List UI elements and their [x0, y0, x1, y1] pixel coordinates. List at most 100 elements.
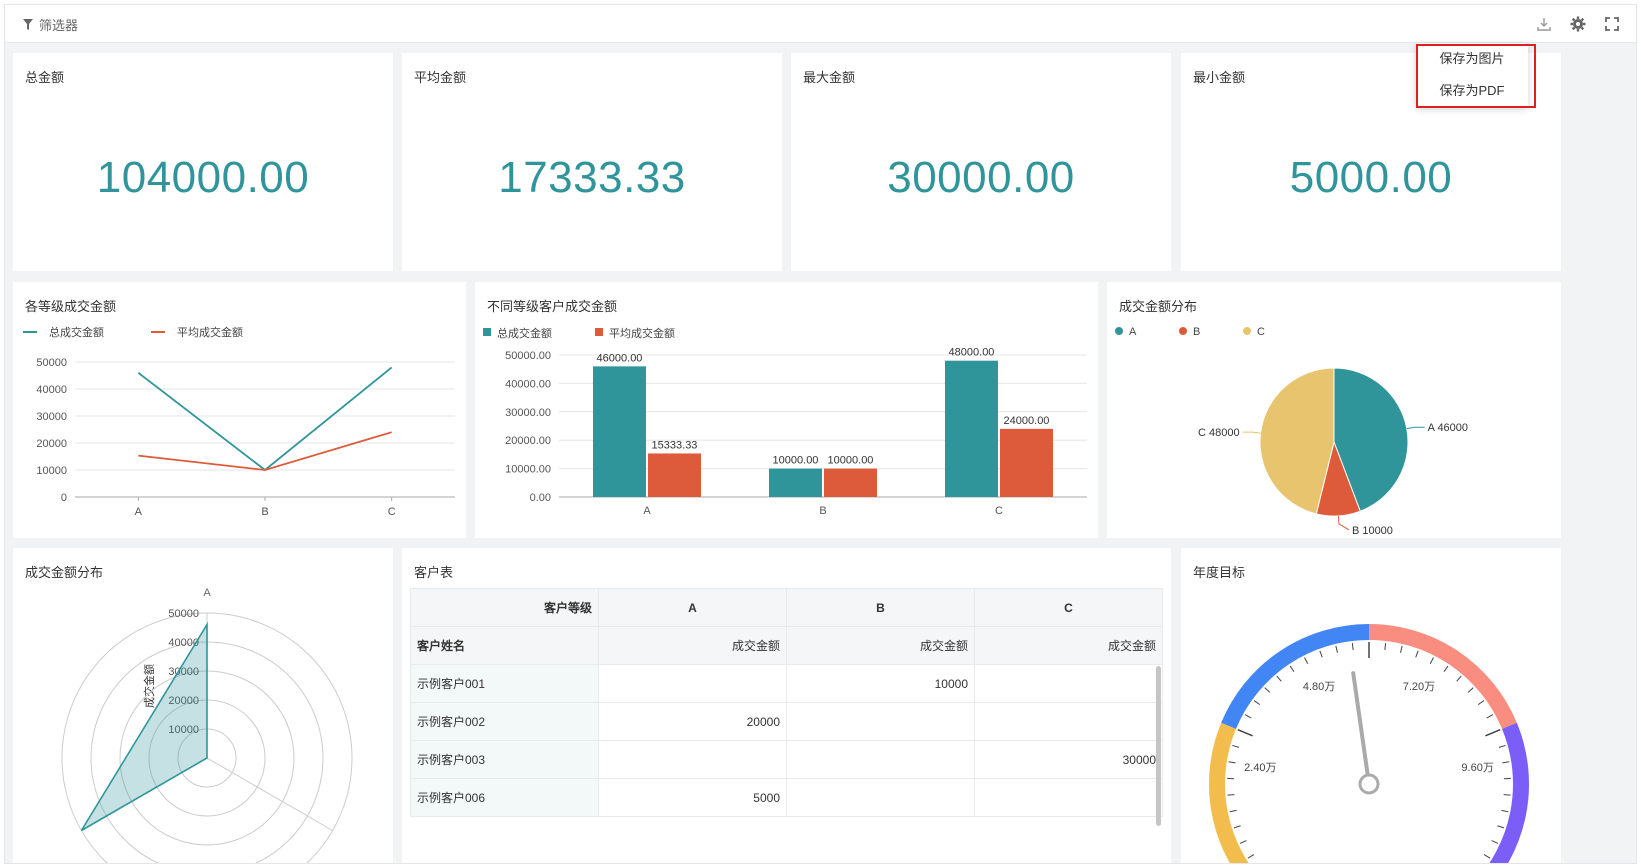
table-row: 示例客户006 5000 — [410, 778, 1163, 817]
group-header-b[interactable]: B — [786, 588, 975, 627]
kpi-card-max: 最大金额 30000.00 — [791, 53, 1171, 271]
gauge-tick — [1232, 744, 1240, 748]
svg-text:总成交金额: 总成交金额 — [49, 325, 104, 339]
cell-a: 5000 — [598, 778, 787, 817]
gear-icon[interactable] — [1568, 14, 1588, 34]
measure-header[interactable]: 成交金额 — [786, 626, 975, 665]
cell-a — [598, 740, 787, 779]
table-row: 示例客户001 10000 — [410, 664, 1163, 703]
gauge-tick — [1351, 642, 1354, 650]
download-icon[interactable] — [1534, 14, 1554, 34]
kpi-title: 最大金额 — [803, 70, 856, 85]
gauge-pointer — [1351, 671, 1371, 786]
legend-c[interactable]: C — [1243, 326, 1265, 338]
series-line-1 — [138, 431, 392, 471]
gauge-tick — [1253, 700, 1261, 706]
legend-average[interactable]: 平均成交金额 — [595, 326, 675, 340]
cell-a: 20000 — [598, 702, 787, 741]
gauge-tick — [1501, 809, 1509, 813]
x-tick-label: C — [995, 505, 1003, 517]
gauge-tick — [1233, 825, 1241, 829]
gauge-band — [1221, 624, 1370, 729]
y-tick-label: 50000.00 — [505, 350, 551, 362]
gauge-tick — [1227, 794, 1235, 796]
y-tick-label: 10000.00 — [505, 464, 551, 476]
cell-c — [974, 702, 1163, 741]
gauge-tick — [1483, 854, 1491, 859]
kpi-value: 5000.00 — [1289, 153, 1453, 202]
gauge-tick — [1228, 761, 1236, 764]
svg-text:平均成交金额: 平均成交金额 — [177, 325, 243, 339]
y-tick-label: 40000 — [36, 384, 67, 396]
row-header[interactable]: 客户姓名 — [410, 626, 599, 665]
kpi-title: 平均金额 — [414, 70, 467, 85]
table-header-row: 客户等级 A B C — [410, 588, 1163, 627]
kpi-title: 最小金额 — [1193, 70, 1246, 85]
radar-axis — [206, 757, 333, 831]
table-subheader-row: 客户姓名 成交金额 成交金额 成交金额 — [410, 626, 1163, 665]
svg-text:B: B — [1193, 326, 1200, 338]
customer-name: 示例客户002 — [410, 702, 599, 741]
gauge-tick — [1485, 728, 1501, 737]
bar — [769, 468, 822, 497]
legend-a[interactable]: A — [1115, 326, 1137, 338]
legend-total[interactable]: 总成交金额 — [23, 325, 104, 339]
kpi-card-total: 总金额 104000.00 — [13, 53, 393, 271]
gauge-tick — [1415, 650, 1419, 658]
customer-table: 客户等级 A B C 客户姓名 成交金额 成交金额 成交金额 示例客户001 1… — [410, 588, 1163, 817]
gauge-tick — [1319, 650, 1323, 658]
x-tick-label: C — [388, 506, 396, 518]
gauge-tick — [1502, 761, 1510, 764]
gauge-tick — [1503, 794, 1511, 796]
gauge-tick — [1486, 714, 1494, 719]
gauge-tick — [1443, 665, 1449, 673]
gauge-band — [1368, 624, 1517, 729]
pie-label: C 48000 — [1198, 427, 1240, 439]
y-tick-label: 10000 — [36, 465, 67, 477]
measure-header[interactable]: 成交金额 — [598, 626, 787, 665]
y-tick-label: 0 — [61, 492, 67, 504]
gauge-tick — [1456, 675, 1462, 682]
y-tick-label: 40000.00 — [505, 378, 551, 390]
gauge-tick — [1335, 645, 1338, 653]
legend-total[interactable]: 总成交金额 — [483, 326, 552, 340]
customer-name: 示例客户006 — [410, 778, 599, 817]
table-row: 示例客户003 30000 — [410, 740, 1163, 779]
group-header-c[interactable]: C — [974, 588, 1163, 627]
gauge-pivot — [1358, 773, 1380, 795]
radar-tick-label: 50000 — [168, 608, 199, 620]
save-as-image-item[interactable]: 保存为图片 — [1416, 43, 1528, 75]
gauge-tick-label: 2.40万 — [1244, 762, 1276, 774]
gauge-chart: 2.40万 4.80万 7.20万 9.60万 — [1209, 624, 1529, 863]
group-header-a[interactable]: A — [598, 588, 787, 627]
pie-chart: A B C A 46000 B 10000 C 48000 — [1115, 326, 1468, 537]
bar — [593, 366, 646, 497]
table-title: 客户表 — [414, 565, 454, 580]
gauge-tick — [1239, 840, 1247, 844]
filter-label: 筛选器 — [39, 18, 79, 33]
save-as-pdf-item[interactable]: 保存为PDF — [1416, 75, 1528, 107]
gauge-tick — [1237, 728, 1253, 737]
y-tick-label: 30000 — [36, 411, 67, 423]
gauge-tick — [1498, 744, 1506, 748]
legend-average[interactable]: 平均成交金额 — [151, 325, 243, 339]
pie-chart-card: 成交金额分布 A B C A 46000 B 10000 C 48000 — [1107, 282, 1561, 538]
filter-button[interactable]: 筛选器 — [23, 15, 78, 34]
gauge-tick — [1491, 840, 1499, 844]
measure-header[interactable]: 成交金额 — [974, 626, 1163, 665]
label-leader — [1242, 431, 1261, 434]
radar-indicator-label: A — [203, 587, 211, 599]
bar — [1000, 428, 1053, 497]
gauge-card: 年度目标 2.40万 4.80万 7.20万 9.60万 — [1181, 548, 1561, 863]
table-scrollbar[interactable] — [1156, 666, 1161, 826]
cell-b: 10000 — [786, 664, 975, 703]
gauge-tick-label: 7.20万 — [1403, 681, 1435, 693]
legend-b[interactable]: B — [1179, 326, 1200, 338]
pie-label: A 46000 — [1428, 422, 1468, 434]
gauge-tick — [1276, 675, 1282, 682]
filter-icon — [23, 19, 33, 30]
kpi-value: 104000.00 — [96, 153, 310, 202]
gauge-band — [1489, 722, 1529, 863]
gauge-tick — [1497, 825, 1505, 829]
fullscreen-icon[interactable] — [1602, 14, 1622, 34]
